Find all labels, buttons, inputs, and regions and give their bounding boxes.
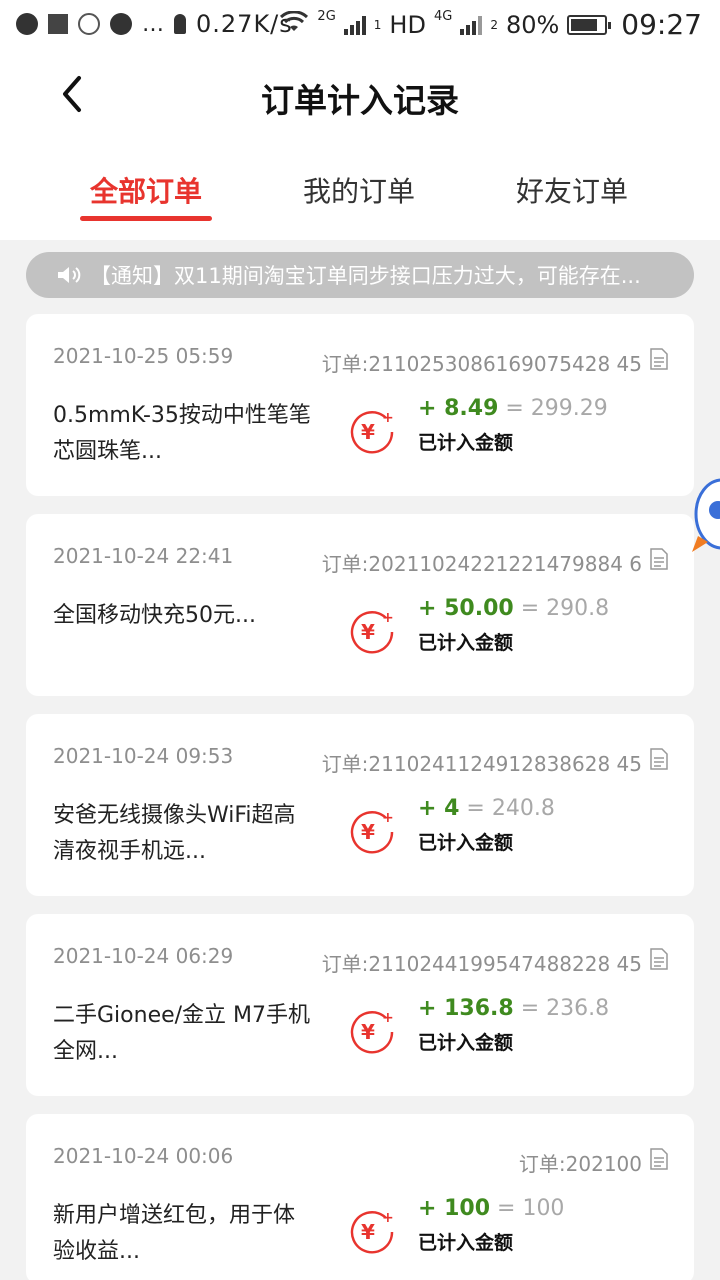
tab-friend-orders[interactable]: 好友订单 [516, 170, 628, 210]
amount-added: + 8.49 [418, 396, 499, 421]
amount-added: + 136.8 [418, 996, 514, 1021]
order-id: 订单:2110244199547488228 45 [321, 952, 642, 976]
order-id: 订单:2110253086169075428 45 [321, 352, 642, 376]
yuan-plus-icon: ¥+ [350, 1210, 394, 1254]
floating-mascot-icon[interactable] [692, 474, 720, 558]
yuan-plus-icon: ¥+ [350, 410, 394, 454]
active-tab-indicator [80, 216, 212, 221]
amount-label: 已计入金额 [418, 632, 514, 654]
amount-line: + 100 = 100 [418, 1196, 564, 1221]
amount-added: + 50.00 [418, 596, 514, 621]
order-id: 订单:202100 [518, 1152, 642, 1176]
order-card[interactable]: 2021-10-24 00:06 订单:202100 新用户增送红包，用于体验收… [26, 1114, 694, 1280]
signal-1-icon [343, 15, 366, 35]
amount-label: 已计入金额 [418, 1032, 514, 1054]
amount-label: 已计入金额 [418, 832, 514, 854]
page-title: 订单计入记录 [261, 81, 459, 120]
order-id: 订单:20211024221221479884 6 [321, 552, 642, 576]
order-date: 2021-10-24 00:06 [53, 1144, 234, 1168]
notice-bar[interactable]: 【通知】双11期间淘宝订单同步接口压力过大，可能存在... [26, 252, 694, 298]
app-square-icon [48, 14, 68, 34]
svg-text:¥: ¥ [361, 420, 375, 444]
order-card[interactable]: 2021-10-24 09:53 订单:2110241124912838628 … [26, 714, 694, 896]
globe-icon [16, 13, 38, 35]
speaker-icon [58, 267, 81, 283]
page-header: 订单计入记录 全部订单 我的订单 好友订单 [0, 50, 720, 240]
svg-text:+: + [382, 1210, 394, 1226]
order-product-name: 0.5mmK-35按动中性笔笔芯圆珠笔... [53, 403, 311, 464]
svg-text:+: + [382, 610, 394, 626]
status-bar: … 0.27K/s 2G 1 HD 4G 2 80% 09:27 [0, 0, 720, 50]
order-product-name: 全国移动快充50元... [53, 603, 256, 628]
order-date: 2021-10-24 09:53 [53, 744, 234, 768]
battery-fill [571, 18, 598, 31]
order-product-name: 新用户增送红包，用于体验收益... [53, 1203, 296, 1264]
wifi-icon [279, 9, 309, 39]
location-icon [174, 14, 186, 34]
order-card[interactable]: 2021-10-24 22:41 订单:20211024221221479884… [26, 514, 694, 696]
sim2-label: 2 [490, 17, 498, 32]
status-right: 2G 1 HD 4G 2 80% 09:27 [279, 8, 702, 41]
amount-label: 已计入金额 [418, 1232, 514, 1254]
document-icon[interactable] [650, 348, 668, 370]
tab-my-orders[interactable]: 我的订单 [303, 170, 415, 210]
amount-total: = 290.8 [520, 596, 610, 621]
document-icon[interactable] [650, 748, 668, 770]
document-icon[interactable] [650, 548, 668, 570]
svg-text:+: + [382, 410, 394, 426]
network-4g-label: 4G [433, 9, 453, 24]
amount-total: = 100 [497, 1196, 565, 1221]
amount-label: 已计入金额 [418, 432, 514, 454]
amount-total: = 240.8 [466, 796, 555, 821]
notice-text: 【通知】双11期间淘宝订单同步接口压力过大，可能存在... [90, 264, 641, 288]
order-id: 订单:2110241124912838628 45 [321, 752, 642, 776]
amount-line: + 50.00 = 290.8 [418, 596, 609, 621]
order-product-name: 二手Gionee/金立 M7手机 全网... [53, 1003, 311, 1064]
more-icon: … [142, 11, 164, 37]
clock: 09:27 [621, 8, 702, 41]
svg-text:+: + [382, 810, 394, 826]
svg-text:¥: ¥ [361, 1020, 375, 1044]
yuan-plus-icon: ¥+ [350, 1010, 394, 1054]
document-icon[interactable] [650, 948, 668, 970]
battery-percent: 80% [505, 10, 560, 39]
amount-total: = 236.8 [520, 996, 610, 1021]
signal-2-icon [460, 15, 483, 35]
order-date: 2021-10-24 22:41 [53, 544, 234, 568]
status-left: … 0.27K/s [16, 10, 293, 38]
battery-icon [567, 14, 612, 35]
order-tabs: 全部订单 我的订单 好友订单 [0, 170, 720, 230]
order-date: 2021-10-24 06:29 [53, 944, 234, 968]
order-date: 2021-10-25 05:59 [53, 344, 234, 368]
yuan-plus-icon: ¥+ [350, 610, 394, 654]
amount-added: + 4 [418, 796, 460, 821]
search-app-icon [78, 13, 100, 35]
amount-added: + 100 [418, 1196, 491, 1221]
amount-line: + 4 = 240.8 [418, 796, 555, 821]
tab-all-orders[interactable]: 全部订单 [90, 170, 202, 210]
svg-text:+: + [382, 1010, 394, 1026]
svg-text:¥: ¥ [361, 1220, 375, 1244]
svg-text:¥: ¥ [361, 620, 375, 644]
wechat-icon [110, 13, 132, 35]
yuan-plus-icon: ¥+ [350, 810, 394, 854]
order-product-name: 安爸无线摄像头WiFi超高清夜视手机远... [53, 803, 296, 864]
hd-label: HD [389, 10, 426, 39]
amount-total: = 299.29 [505, 396, 608, 421]
svg-text:¥: ¥ [361, 820, 375, 844]
document-icon[interactable] [650, 1148, 668, 1170]
network-speed: 0.27K/s [196, 10, 293, 38]
order-card[interactable]: 2021-10-24 06:29 订单:2110244199547488228 … [26, 914, 694, 1096]
sim1-label: 1 [373, 17, 382, 32]
amount-line: + 8.49 = 299.29 [418, 396, 608, 421]
amount-line: + 136.8 = 236.8 [418, 996, 609, 1021]
order-card[interactable]: 2021-10-25 05:59 订单:2110253086169075428 … [26, 314, 694, 496]
network-2g-label: 2G [317, 9, 336, 24]
